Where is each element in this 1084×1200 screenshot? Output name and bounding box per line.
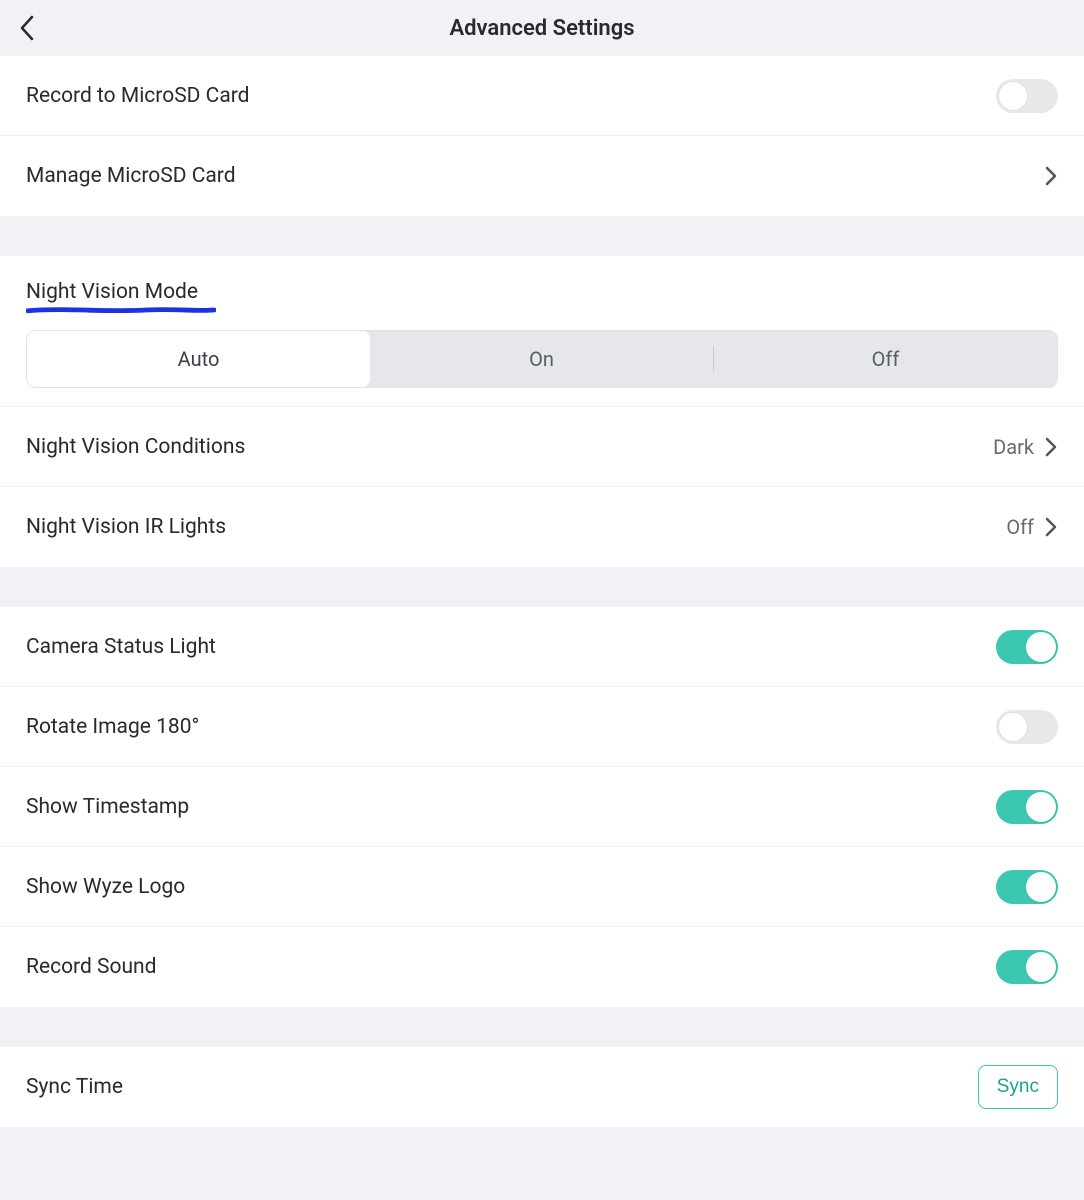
sync-button[interactable]: Sync — [978, 1065, 1058, 1109]
toggle-knob — [1026, 872, 1056, 902]
night-vision-segmented: Auto On Off — [26, 330, 1058, 388]
night-vision-ir-row[interactable]: Night Vision IR Lights Off — [0, 487, 1084, 567]
header: Advanced Settings — [0, 0, 1084, 56]
rotate-180-row[interactable]: Rotate Image 180° — [0, 687, 1084, 767]
show-timestamp-toggle[interactable] — [996, 790, 1058, 824]
show-logo-label: Show Wyze Logo — [26, 875, 185, 899]
night-vision-group: Night Vision Mode Auto On Off Night Visi… — [0, 256, 1084, 567]
rotate-180-toggle[interactable] — [996, 710, 1058, 744]
show-timestamp-row[interactable]: Show Timestamp — [0, 767, 1084, 847]
toggle-knob — [998, 81, 1028, 111]
record-sound-toggle[interactable] — [996, 950, 1058, 984]
chevron-left-icon — [18, 14, 36, 42]
record-sound-row[interactable]: Record Sound — [0, 927, 1084, 1007]
chevron-right-icon — [1044, 516, 1058, 538]
section-gap — [0, 216, 1084, 256]
annotation-underline — [26, 306, 216, 314]
segment-off[interactable]: Off — [714, 331, 1057, 387]
toggle-knob — [1026, 792, 1056, 822]
night-vision-conditions-row[interactable]: Night Vision Conditions Dark — [0, 407, 1084, 487]
page-title: Advanced Settings — [449, 16, 634, 41]
night-vision-header-wrap: Night Vision Mode — [0, 256, 1084, 324]
record-to-sd-label: Record to MicroSD Card — [26, 84, 250, 108]
segment-auto[interactable]: Auto — [27, 331, 370, 387]
night-vision-mode-label: Night Vision Mode — [26, 280, 198, 312]
night-vision-ir-label: Night Vision IR Lights — [26, 515, 226, 539]
night-vision-mode-text: Night Vision Mode — [26, 280, 198, 304]
camera-status-light-label: Camera Status Light — [26, 635, 216, 659]
record-to-sd-toggle[interactable] — [996, 79, 1058, 113]
sync-time-row: Sync Time Sync — [0, 1047, 1084, 1127]
night-vision-ir-value: Off — [1006, 515, 1034, 539]
sync-time-label: Sync Time — [26, 1075, 123, 1099]
night-vision-conditions-label: Night Vision Conditions — [26, 435, 245, 459]
show-logo-row[interactable]: Show Wyze Logo — [0, 847, 1084, 927]
toggle-knob — [1026, 952, 1056, 982]
storage-group: Record to MicroSD Card Manage MicroSD Ca… — [0, 56, 1084, 216]
manage-sd-row[interactable]: Manage MicroSD Card — [0, 136, 1084, 216]
camera-status-light-row[interactable]: Camera Status Light — [0, 607, 1084, 687]
rotate-180-label: Rotate Image 180° — [26, 715, 199, 739]
section-gap — [0, 1007, 1084, 1047]
show-logo-toggle[interactable] — [996, 870, 1058, 904]
toggle-knob — [998, 712, 1028, 742]
record-sound-label: Record Sound — [26, 955, 156, 979]
night-vision-conditions-value: Dark — [993, 435, 1034, 459]
bottom-gap — [0, 1127, 1084, 1187]
manage-sd-label: Manage MicroSD Card — [26, 164, 236, 188]
toggle-knob — [1026, 632, 1056, 662]
camera-status-light-toggle[interactable] — [996, 630, 1058, 664]
chevron-right-icon — [1044, 165, 1058, 187]
chevron-right-icon — [1044, 436, 1058, 458]
camera-group: Camera Status Light Rotate Image 180° Sh… — [0, 607, 1084, 1007]
segment-on[interactable]: On — [370, 331, 713, 387]
show-timestamp-label: Show Timestamp — [26, 795, 189, 819]
record-to-sd-row[interactable]: Record to MicroSD Card — [0, 56, 1084, 136]
section-gap — [0, 567, 1084, 607]
back-button[interactable] — [18, 14, 36, 42]
sync-group: Sync Time Sync — [0, 1047, 1084, 1127]
